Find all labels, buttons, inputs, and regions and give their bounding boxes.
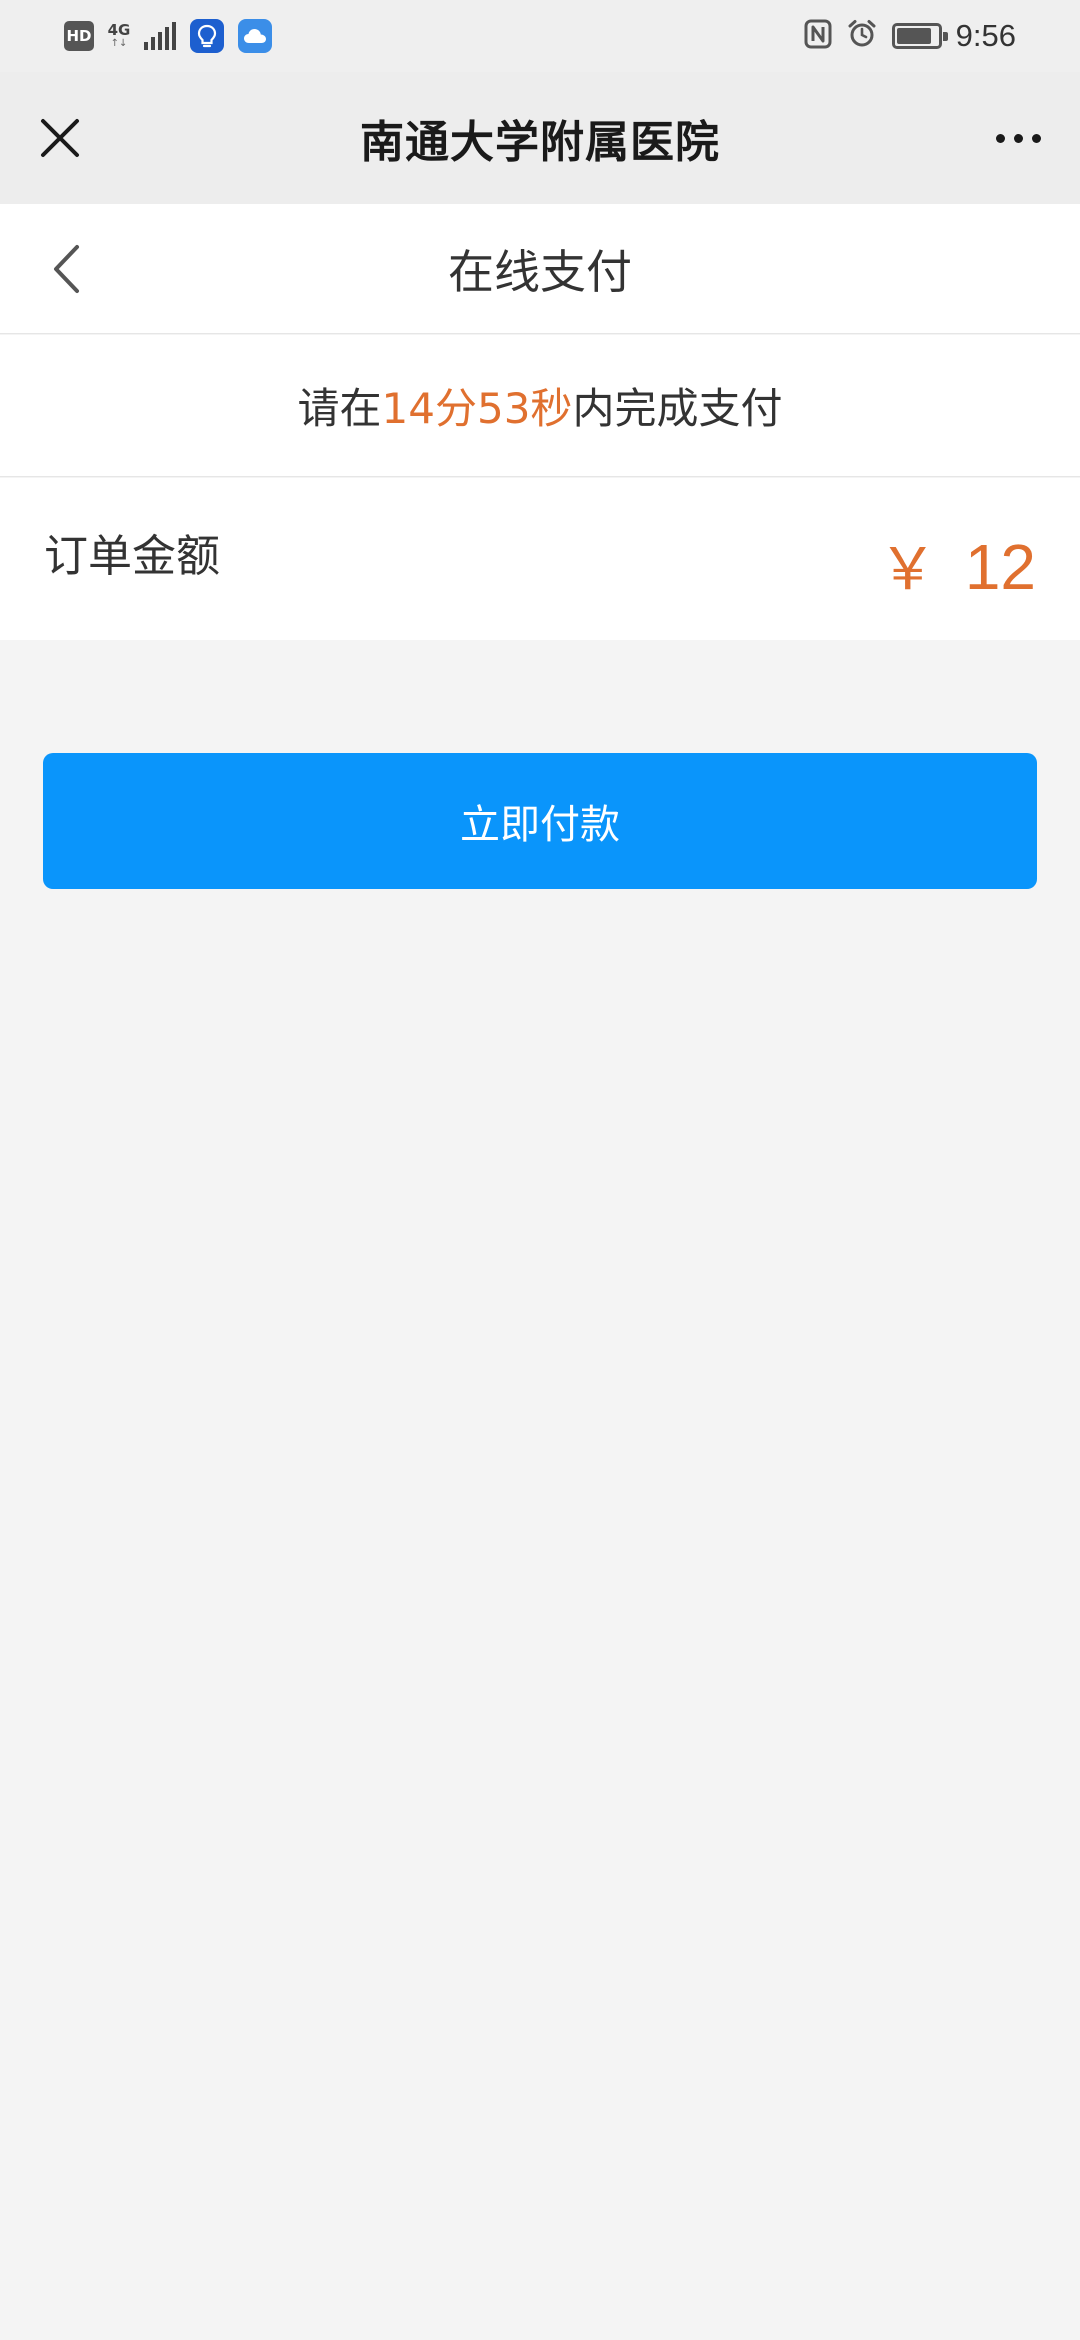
more-dots-icon	[995, 133, 1005, 143]
order-amount-row: 订单金额 ￥ 12	[0, 478, 1080, 640]
network-arrows-icon: ↑↓	[110, 38, 128, 49]
back-button[interactable]	[30, 233, 102, 305]
chevron-left-icon	[54, 245, 79, 293]
signal-icon	[144, 22, 176, 50]
countdown-time: 14分53秒	[381, 384, 573, 433]
countdown-prefix: 请在	[297, 384, 382, 433]
cloud-app-icon	[238, 19, 272, 53]
countdown-suffix: 内完成支付	[572, 384, 783, 433]
order-amount-value: ￥ 12	[879, 522, 1036, 606]
status-time: 9:56	[955, 18, 1016, 53]
order-amount-label: 订单金额	[44, 531, 220, 582]
app-topbar: 南通大学附属医院	[0, 72, 1080, 204]
status-bar-right: 9:56	[804, 18, 1016, 54]
bulb-app-icon	[190, 19, 224, 53]
close-icon	[41, 119, 79, 157]
status-bar-left: HD 4G ↑↓	[64, 19, 272, 53]
nfc-icon	[804, 19, 832, 53]
battery-icon	[891, 23, 948, 49]
payment-countdown: 请在 14分53秒 内完成支付	[0, 335, 1080, 477]
status-bar: HD 4G ↑↓ 9:56	[0, 0, 1080, 72]
pay-now-button[interactable]: 立即付款	[43, 753, 1037, 889]
alarm-icon	[846, 18, 878, 54]
network-type-indicator: 4G ↑↓	[107, 19, 131, 53]
close-button[interactable]	[24, 102, 96, 174]
order-amount: 12	[964, 531, 1036, 603]
page-header: 在线支付	[0, 204, 1080, 334]
battery-fill	[896, 28, 931, 44]
network-type-label: 4G	[107, 21, 131, 39]
page-title: 在线支付	[448, 244, 632, 299]
app-title: 南通大学附属医院	[360, 117, 720, 168]
payment-screen: HD 4G ↑↓ 9:56 南通大学附属医院 在线支付 请在 14分53秒 内完…	[0, 0, 1080, 2340]
more-button[interactable]	[982, 102, 1054, 174]
currency-symbol: ￥	[878, 537, 937, 602]
hd-badge-icon: HD	[64, 21, 94, 51]
